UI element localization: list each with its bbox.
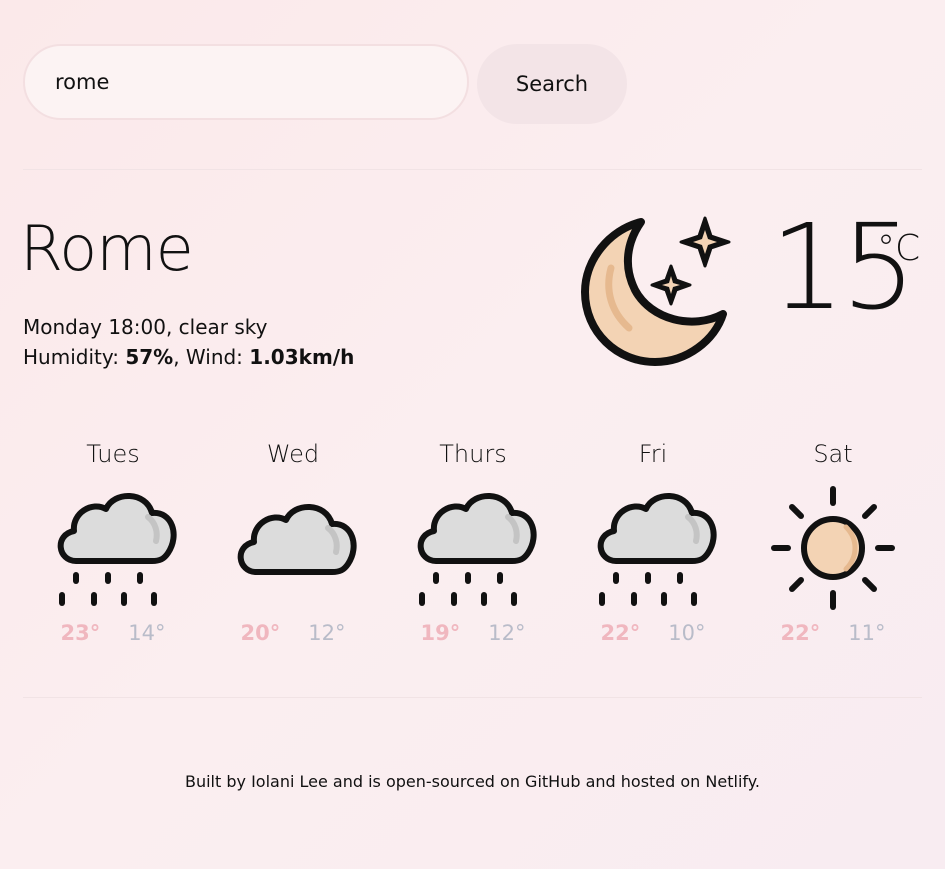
humidity-value: 57% bbox=[125, 345, 174, 369]
rain-icon bbox=[23, 480, 203, 615]
search-input[interactable] bbox=[23, 44, 469, 120]
footer-text: Built by Iolani Lee and is open-sourced … bbox=[184, 772, 761, 791]
datetime-line: Monday 18:00, clear sky bbox=[23, 315, 268, 339]
search-button[interactable]: Search bbox=[477, 44, 627, 124]
cloud-icon bbox=[203, 480, 383, 615]
forecast-temps: 22° 11° bbox=[743, 621, 923, 645]
forecast-max-temp: 23° bbox=[60, 621, 101, 645]
forecast-day-name: Sat bbox=[813, 440, 853, 468]
forecast: Tues 23° 14° Wed 20° 12° Thurs 19° 12° Fri … bbox=[23, 440, 923, 645]
search-bar: Search bbox=[23, 44, 627, 124]
forecast-max-temp: 19° bbox=[420, 621, 461, 645]
forecast-day: Sat 22° 11° bbox=[743, 440, 923, 645]
forecast-day-name: Wed bbox=[266, 440, 320, 468]
forecast-temps: 20° 12° bbox=[203, 621, 383, 645]
current-details: Monday 18:00, clear sky Humidity: 57%, W… bbox=[23, 312, 354, 372]
moon-stars-icon bbox=[575, 208, 740, 377]
forecast-day: Wed 20° 12° bbox=[203, 440, 383, 645]
weather-description: clear sky bbox=[178, 315, 268, 339]
rain-icon bbox=[563, 480, 743, 615]
humidity-wind-line: Humidity: 57%, Wind: 1.03km/h bbox=[23, 345, 355, 369]
forecast-temps: 23° 14° bbox=[23, 621, 203, 645]
divider-bottom bbox=[23, 697, 922, 698]
wind-label: Wind: bbox=[185, 345, 243, 369]
sun-icon bbox=[743, 480, 923, 615]
rain-icon bbox=[383, 480, 563, 615]
forecast-day: Fri 22° 10° bbox=[563, 440, 743, 645]
city-name: Rome bbox=[20, 212, 194, 285]
forecast-max-temp: 20° bbox=[240, 621, 281, 645]
forecast-min-temp: 12° bbox=[308, 621, 346, 645]
forecast-day-name: Fri bbox=[638, 440, 668, 468]
forecast-max-temp: 22° bbox=[600, 621, 641, 645]
forecast-min-temp: 12° bbox=[488, 621, 526, 645]
forecast-temps: 19° 12° bbox=[383, 621, 563, 645]
forecast-day-name: Thurs bbox=[439, 440, 507, 468]
datetime: Monday 18:00 bbox=[23, 315, 166, 339]
forecast-temps: 22° 10° bbox=[563, 621, 743, 645]
forecast-day: Tues 23° 14° bbox=[23, 440, 203, 645]
forecast-min-temp: 14° bbox=[128, 621, 166, 645]
wind-value: 1.03km/h bbox=[249, 345, 355, 369]
forecast-min-temp: 11° bbox=[848, 621, 886, 645]
forecast-max-temp: 22° bbox=[780, 621, 821, 645]
humidity-label: Humidity: bbox=[23, 345, 119, 369]
forecast-day: Thurs 19° 12° bbox=[383, 440, 563, 645]
forecast-min-temp: 10° bbox=[668, 621, 706, 645]
divider-top bbox=[23, 169, 922, 170]
forecast-day-name: Tues bbox=[86, 440, 140, 468]
temperature-unit: °C bbox=[877, 228, 921, 269]
